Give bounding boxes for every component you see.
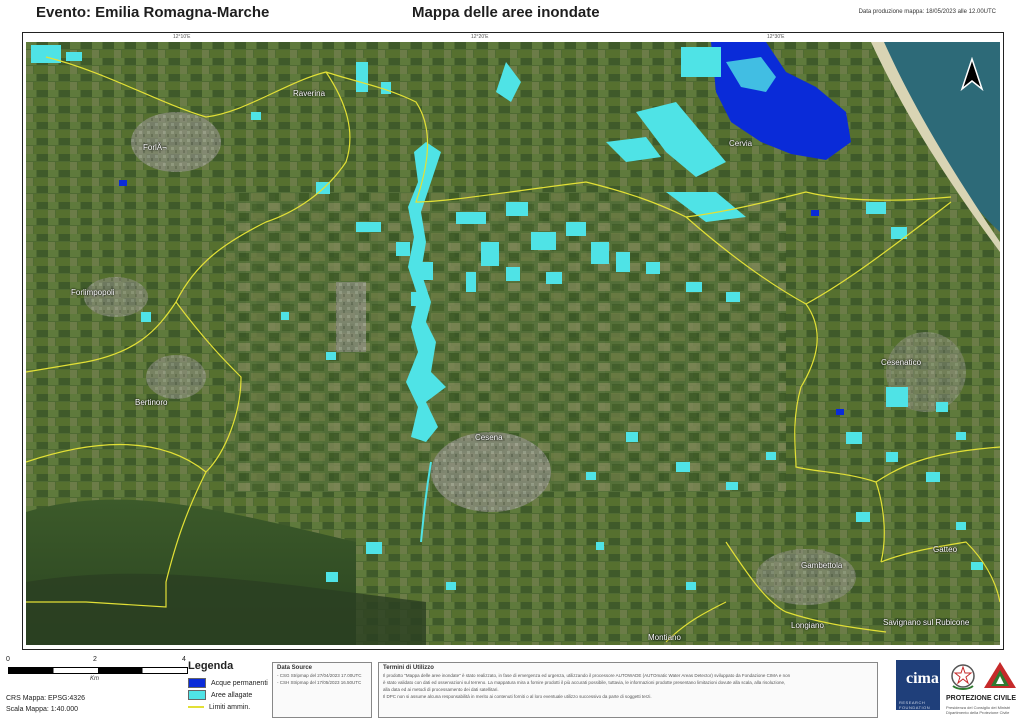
terms-line: alla data ed ai metodi di processamento … — [383, 687, 499, 692]
scale-tick-2: 2 — [93, 656, 97, 663]
town-longiano: Longiano — [791, 621, 824, 630]
cima-logo-text: cima — [906, 670, 939, 687]
town-montiano: Montiano — [648, 633, 681, 642]
legend-label: Aree allagate — [211, 691, 253, 699]
protezione-civile-title: PROTEZIONE CIVILE — [946, 695, 1017, 702]
scale-tick-4: 4 — [182, 656, 186, 663]
legend-title: Legenda — [188, 660, 234, 672]
legend-item-admin-limits: Limiti ammin. — [188, 702, 272, 712]
terms-line: Il DPC non si assume alcuna responsabili… — [383, 694, 652, 699]
town-forli: ForlÃ¬ — [143, 143, 167, 152]
legend-item-permanent-water: Acque permanenti — [188, 678, 272, 688]
production-date: Data produzione mappa: 18/05/2023 alle 1… — [858, 9, 996, 15]
town-cervia: Cervia — [729, 139, 753, 148]
scale-bar-graphic — [8, 667, 188, 674]
scale-bar: 0 2 4 Km — [4, 656, 194, 684]
terms-title: Termini di Utilizzo — [383, 665, 434, 671]
terms-box: Termini di Utilizzo Il prodotto "Mappa d… — [378, 662, 878, 718]
flood-map[interactable] — [26, 42, 1000, 645]
legend: Legenda Acque permanenti Aree allagate L… — [188, 660, 272, 714]
data-source-line: - CSH Stripmap del 17/05/2023 16.50UTC — [277, 680, 362, 685]
swatch-flooded-areas — [188, 690, 206, 700]
protezione-civile-subtitle: Presidenza del Consiglio dei Ministri Di… — [946, 705, 1011, 715]
cima-logo: cima RESEARCH FOUNDATION — [896, 660, 940, 710]
town-gatteo: Gatteo — [933, 545, 958, 554]
map-frame: 12°10'E 12°20'E 12°30'E Raverina ForlÃ¬ … — [22, 32, 1004, 650]
header-title: Evento: Emilia Romagna-Marche — [36, 4, 270, 21]
map-footer: 0 2 4 Km CRS Mappa: EPSG:4326 Scala Mapp… — [0, 652, 1024, 723]
data-source-title: Data Source — [277, 665, 313, 671]
terms-line: è stato validato con dati ed osservazion… — [383, 680, 786, 685]
cima-logo-subtitle: RESEARCH FOUNDATION — [899, 700, 931, 710]
scale-unit: Km — [90, 676, 99, 682]
graticule-top-2: 12°20'E — [471, 34, 489, 40]
town-forlimpopoli: Forlimpopoli — [71, 288, 115, 297]
scale-tick-0: 0 — [6, 656, 10, 663]
map-title: Mappa delle aree inondate — [412, 4, 600, 21]
graticule-top-1: 12°10'E — [173, 34, 191, 40]
town-savignano: Savignano sul Rubicone — [883, 618, 970, 627]
data-source-box: Data Source - CSG Stripmap del 27/04/202… — [272, 662, 372, 718]
terms-line: Il prodotto "Mappa delle aree inondate" … — [383, 673, 791, 678]
crs-label: CRS Mappa: EPSG:4326 — [6, 695, 85, 702]
legend-label: Limiti ammin. — [209, 703, 251, 711]
town-raverina: Raverina — [293, 89, 326, 98]
legend-label: Acque permanenti — [211, 679, 268, 687]
italian-republic-emblem-icon — [951, 664, 975, 690]
north-arrow-icon — [960, 57, 984, 91]
swatch-permanent-water — [188, 678, 206, 688]
map-scale-label: Scala Mappa: 1:40.000 — [6, 706, 78, 713]
town-bertinoro: Bertinoro — [135, 398, 168, 407]
legend-item-flooded-areas: Aree allagate — [188, 690, 272, 700]
graticule-top-3: 12°30'E — [767, 34, 785, 40]
town-cesenatico: Cesenatico — [881, 358, 922, 367]
line-admin-limits — [188, 706, 204, 708]
protezione-civile-logo-icon — [984, 662, 1016, 688]
town-gambettola: Gambettola — [801, 561, 843, 570]
town-cesena: Cesena — [475, 433, 503, 442]
data-source-line: - CSG Stripmap del 27/04/2023 17.00UTC — [277, 673, 362, 678]
